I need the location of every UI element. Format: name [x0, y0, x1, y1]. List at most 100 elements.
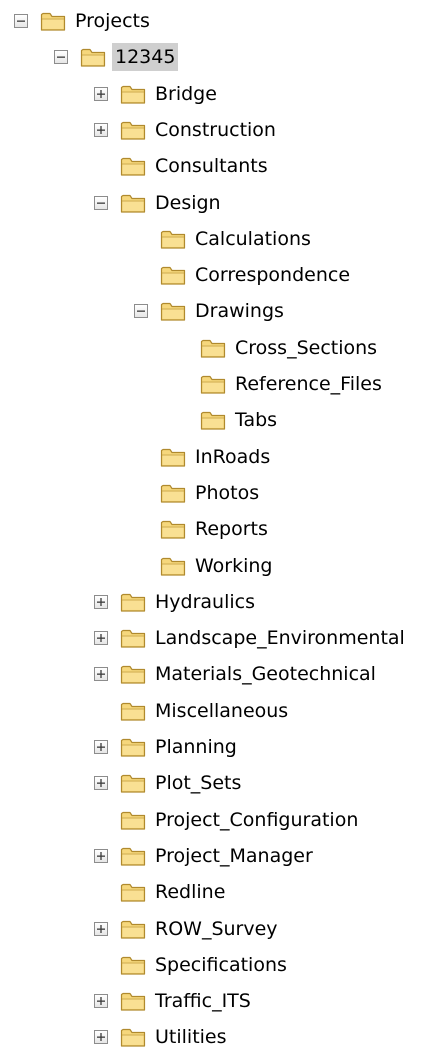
tree-item[interactable]: Working: [134, 549, 276, 583]
expand-icon[interactable]: [94, 921, 108, 936]
folder-icon: [160, 446, 186, 468]
tree-item[interactable]: Redline: [94, 875, 228, 909]
folder-tree: Projects 12345 Bridge Construction Consultan…: [0, 0, 445, 1049]
toggle-spacer: [174, 341, 188, 355]
tree-item-label[interactable]: Cross_Sections: [232, 334, 380, 362]
tree-item-label[interactable]: Construction: [152, 116, 279, 144]
expand-icon[interactable]: [94, 122, 108, 137]
toggle-spacer: [94, 958, 108, 972]
tree-item-label[interactable]: Utilities: [152, 1023, 230, 1051]
tree-item[interactable]: Hydraulics: [94, 585, 258, 619]
tree-item-label[interactable]: Design: [152, 189, 224, 217]
folder-icon: [200, 373, 226, 395]
tree-item-label[interactable]: 12345: [112, 43, 179, 72]
toggle-spacer: [94, 159, 108, 173]
tree-item-label[interactable]: Landscape_Environmental: [152, 624, 408, 652]
tree-item-label[interactable]: Photos: [192, 479, 262, 507]
expand-icon[interactable]: [94, 667, 108, 682]
tree-item[interactable]: Bridge: [94, 77, 220, 111]
collapse-icon[interactable]: [134, 304, 148, 319]
folder-icon: [160, 518, 186, 540]
tree-item-label[interactable]: Planning: [152, 733, 240, 761]
tree-item-label[interactable]: Tabs: [232, 406, 280, 434]
collapse-icon[interactable]: [14, 14, 28, 28]
tree-item-label[interactable]: Working: [192, 552, 276, 580]
tree-item-label[interactable]: Projects: [72, 7, 153, 35]
tree-item[interactable]: Construction: [94, 113, 279, 147]
tree-item[interactable]: Consultants: [94, 149, 271, 183]
tree-item-label[interactable]: Materials_Geotechnical: [152, 660, 379, 688]
expand-icon[interactable]: [94, 631, 108, 646]
tree-item[interactable]: Project_Manager: [94, 839, 316, 873]
folder-icon: [80, 46, 106, 68]
tree-item-label[interactable]: Bridge: [152, 80, 220, 108]
tree-item[interactable]: Plot_Sets: [94, 766, 244, 800]
tree-item[interactable]: Materials_Geotechnical: [94, 657, 379, 691]
tree-item[interactable]: Reports: [134, 512, 271, 546]
folder-icon: [120, 736, 146, 758]
toggle-spacer: [174, 377, 188, 391]
expand-icon[interactable]: [94, 1030, 108, 1045]
tree-item[interactable]: Tabs: [174, 403, 280, 437]
folder-icon: [160, 264, 186, 286]
toggle-spacer: [134, 450, 148, 464]
expand-icon[interactable]: [94, 86, 108, 101]
tree-item-label[interactable]: Miscellaneous: [152, 697, 291, 725]
collapse-icon[interactable]: [54, 50, 68, 65]
tree-item[interactable]: Cross_Sections: [174, 331, 380, 365]
tree-item[interactable]: ROW_Survey: [94, 912, 281, 946]
tree-item[interactable]: 12345: [54, 40, 179, 74]
folder-icon: [160, 555, 186, 577]
folder-icon: [40, 10, 66, 32]
tree-item[interactable]: Specifications: [94, 948, 290, 982]
folder-icon: [120, 772, 146, 794]
expand-icon[interactable]: [94, 594, 108, 609]
tree-item-label[interactable]: Reports: [192, 515, 271, 543]
folder-icon: [120, 627, 146, 649]
tree-item[interactable]: InRoads: [134, 440, 273, 474]
expand-icon[interactable]: [94, 994, 108, 1009]
tree-item[interactable]: Correspondence: [134, 258, 353, 292]
folder-icon: [160, 228, 186, 250]
tree-item[interactable]: Photos: [134, 476, 262, 510]
folder-icon: [120, 954, 146, 976]
collapse-icon[interactable]: [94, 195, 108, 210]
folder-icon: [200, 409, 226, 431]
toggle-spacer: [94, 704, 108, 718]
tree-item-label[interactable]: Redline: [152, 878, 228, 906]
tree-item-label[interactable]: Specifications: [152, 951, 290, 979]
tree-item-label[interactable]: ROW_Survey: [152, 915, 281, 943]
tree-item-label[interactable]: Consultants: [152, 152, 271, 180]
tree-item-label[interactable]: Calculations: [192, 225, 314, 253]
tree-item[interactable]: Design: [94, 186, 224, 220]
tree-item[interactable]: Drawings: [134, 294, 287, 328]
tree-item[interactable]: Miscellaneous: [94, 694, 291, 728]
tree-item-label[interactable]: Project_Manager: [152, 842, 316, 870]
toggle-spacer: [134, 559, 148, 573]
folder-icon: [120, 663, 146, 685]
folder-icon: [120, 591, 146, 613]
tree-item[interactable]: Landscape_Environmental: [94, 621, 408, 655]
folder-icon: [160, 482, 186, 504]
tree-item[interactable]: Reference_Files: [174, 367, 385, 401]
folder-icon: [120, 700, 146, 722]
tree-item[interactable]: Projects: [14, 4, 153, 38]
expand-icon[interactable]: [94, 740, 108, 754]
folder-icon: [120, 809, 146, 831]
tree-item-label[interactable]: Drawings: [192, 297, 287, 325]
folder-icon: [120, 155, 146, 177]
tree-item-label[interactable]: Reference_Files: [232, 370, 385, 398]
tree-item-label[interactable]: Project_Configuration: [152, 806, 361, 834]
tree-item-label[interactable]: Hydraulics: [152, 588, 258, 616]
expand-icon[interactable]: [94, 848, 108, 863]
tree-item[interactable]: Calculations: [134, 222, 314, 256]
tree-item-label[interactable]: Traffic_ITS: [152, 987, 254, 1015]
expand-icon[interactable]: [94, 776, 108, 791]
tree-item[interactable]: Project_Configuration: [94, 803, 361, 837]
folder-icon: [120, 881, 146, 903]
tree-item-label[interactable]: Plot_Sets: [152, 769, 244, 797]
tree-item[interactable]: Planning: [94, 730, 240, 764]
tree-item[interactable]: Traffic_ITS: [94, 984, 254, 1018]
tree-item-label[interactable]: Correspondence: [192, 261, 353, 289]
tree-item-label[interactable]: InRoads: [192, 443, 273, 471]
